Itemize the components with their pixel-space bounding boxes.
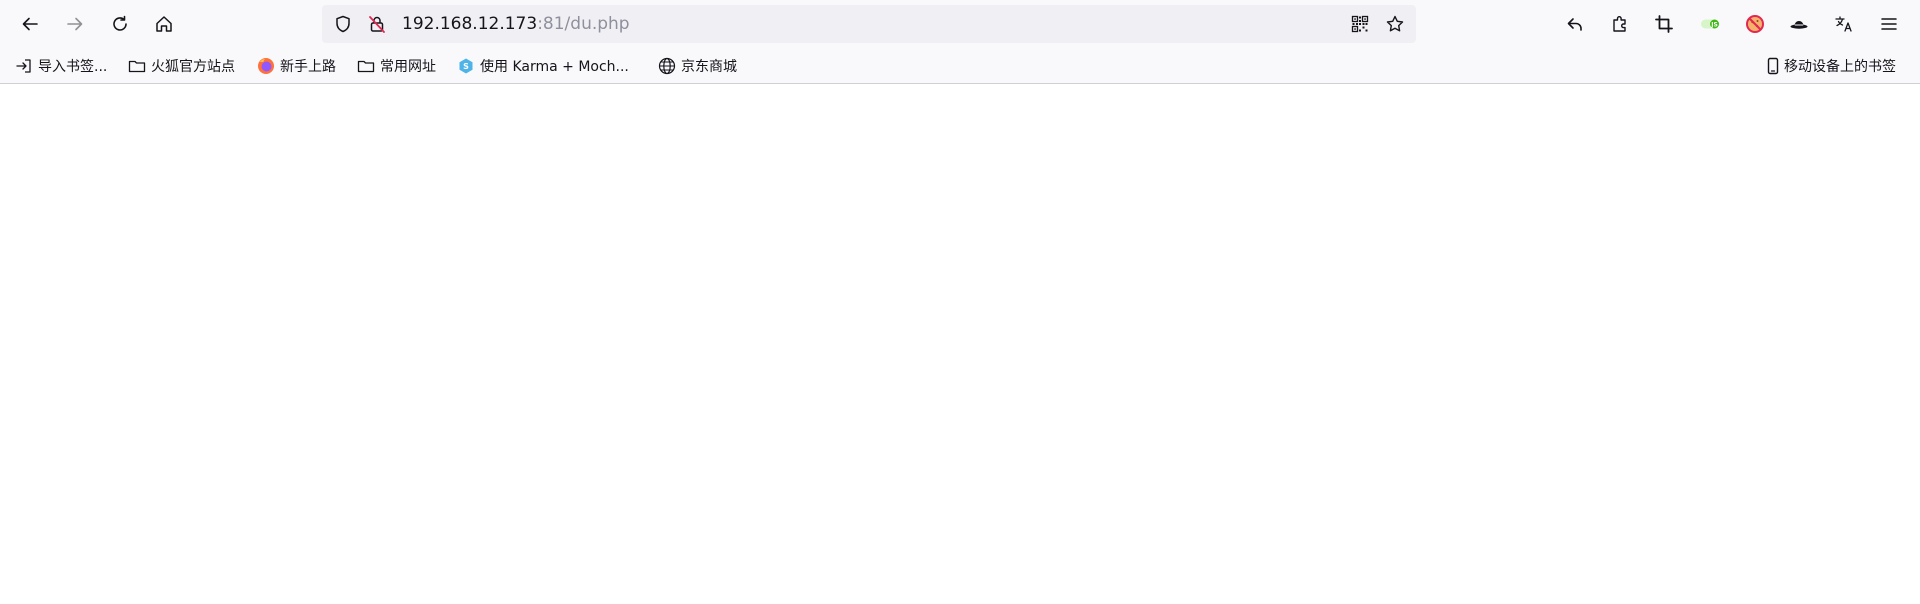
arrow-left-icon (22, 17, 38, 31)
folder-icon (357, 57, 375, 75)
svg-text:S: S (463, 62, 469, 71)
firefox-icon (257, 57, 275, 75)
hat-icon (1790, 21, 1808, 29)
bookmark-label: 移动设备上的书签 (1784, 59, 1896, 75)
extensions-puzzle-icon (1613, 16, 1626, 32)
hat-extension-button[interactable] (1781, 6, 1817, 42)
star-icon[interactable] (1385, 14, 1405, 34)
bookmark-label: 使用 Karma + Moch... (480, 59, 629, 75)
bookmark-label: 导入书签... (38, 59, 108, 75)
url-host: 192.168.12.173 (402, 14, 538, 34)
no-cookie-icon (1746, 15, 1764, 33)
undo-button[interactable] (1557, 6, 1593, 42)
app-menu-button[interactable] (1871, 6, 1907, 42)
home-icon (156, 16, 172, 32)
karma-icon: S (457, 57, 475, 75)
shield-icon[interactable] (333, 14, 353, 34)
bookmark-firefox-official[interactable]: 火狐官方站点 (128, 48, 235, 84)
bookmark-label: 京东商城 (681, 59, 737, 75)
translate-button[interactable] (1826, 6, 1862, 42)
bookmark-label: 常用网址 (380, 59, 436, 75)
reload-button[interactable] (102, 6, 138, 42)
no-cookie-button[interactable] (1737, 6, 1773, 42)
bookmark-import[interactable]: 导入书签... (15, 48, 107, 84)
back-button[interactable] (12, 6, 48, 42)
bookmark-label: 新手上路 (280, 59, 336, 75)
bookmark-getting-started[interactable]: 新手上路 (257, 48, 336, 84)
navigation-toolbar: 192.168.12.173:81/du.php JS (0, 0, 1920, 48)
crop-icon (1655, 15, 1673, 33)
hamburger-menu-icon (1881, 18, 1897, 30)
undo-icon (1567, 18, 1582, 31)
bookmark-common-sites[interactable]: 常用网址 (357, 48, 436, 84)
url-bar[interactable]: 192.168.12.173:81/du.php (322, 5, 1416, 43)
forward-button[interactable] (57, 6, 93, 42)
mobile-bookmarks[interactable]: 移动设备上的书签 (1764, 48, 1896, 84)
arrow-right-icon (67, 17, 83, 31)
insecure-lock-icon[interactable] (367, 14, 387, 34)
extensions-button[interactable] (1602, 6, 1638, 42)
url-text[interactable]: 192.168.12.173:81/du.php (402, 14, 630, 34)
crop-button[interactable] (1646, 6, 1682, 42)
home-button[interactable] (146, 6, 182, 42)
folder-icon (128, 57, 146, 75)
bookmark-karma-mocha[interactable]: S 使用 Karma + Moch... (457, 48, 629, 84)
page-content (0, 84, 1920, 604)
reload-icon (113, 15, 127, 31)
js-toggle-button[interactable]: JS (1692, 6, 1728, 42)
qr-code-icon[interactable] (1350, 14, 1370, 34)
bookmark-jd-mall[interactable]: 京东商城 (658, 48, 737, 84)
globe-icon (658, 57, 676, 75)
js-toggle-icon: JS (1701, 19, 1719, 29)
bookmarks-toolbar: 导入书签... 火狐官方站点 新手上路 常用网址 S 使用 Karma + Mo… (0, 48, 1920, 84)
url-port-path: :81/du.php (537, 14, 630, 34)
bookmark-label: 火狐官方站点 (151, 59, 235, 75)
mobile-icon (1764, 57, 1782, 75)
translate-icon (1835, 16, 1852, 32)
import-icon (15, 57, 33, 75)
svg-text:JS: JS (1710, 22, 1718, 29)
